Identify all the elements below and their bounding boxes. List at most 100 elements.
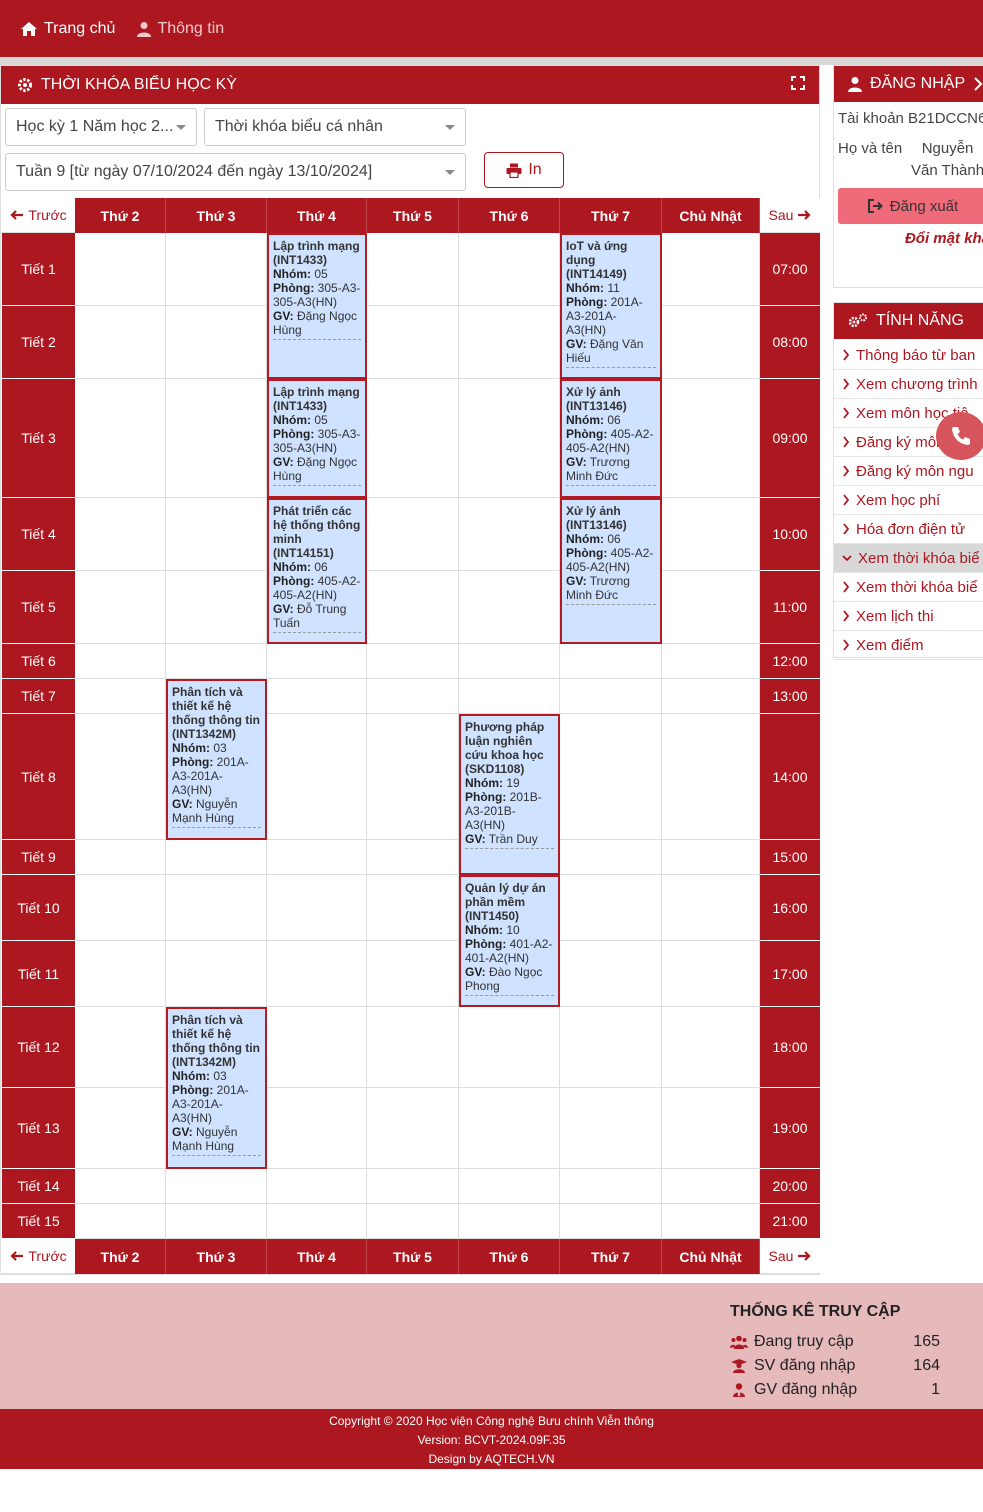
course-group: Nhóm: 06 xyxy=(566,413,656,427)
grid-cell xyxy=(367,379,459,498)
chevron-right-icon xyxy=(843,523,850,535)
period-label: Tiết 5 xyxy=(2,571,75,644)
print-button[interactable]: In xyxy=(484,152,564,188)
period-label: Tiết 15 xyxy=(2,1204,75,1239)
menu-item[interactable]: Thông báo từ ban xyxy=(834,341,983,370)
grid-cell xyxy=(166,1204,267,1239)
group-value: 03 xyxy=(213,1069,227,1083)
grid-cell xyxy=(367,644,459,679)
course-block[interactable]: Phân tích và thiết kế hệ thống thông tin… xyxy=(166,679,267,840)
course-room: Phòng: 201B-A3-201B-A3(HN) xyxy=(465,790,554,832)
next-week-button[interactable]: Sau xyxy=(760,1239,820,1274)
prev-week-button[interactable]: Trước xyxy=(2,1239,75,1274)
course-room: Phòng: 201A-A3-201A-A3(HN) xyxy=(172,1083,261,1125)
period-time: 09:00 xyxy=(760,379,820,498)
menu-item[interactable]: Hóa đơn điện tử xyxy=(834,515,983,544)
grid-cell xyxy=(166,306,267,379)
grid-cell xyxy=(662,233,760,306)
course-block[interactable]: Lập trình mạng (INT1433) Nhóm: 05 Phòng: 3… xyxy=(267,379,367,498)
grid-cell xyxy=(166,875,267,941)
phone-call-button[interactable] xyxy=(936,412,983,460)
group-label: Nhóm: xyxy=(172,1069,210,1083)
room-label: Phòng: xyxy=(566,295,608,309)
period-time: 11:00 xyxy=(760,571,820,644)
course-block[interactable]: Phương pháp luận nghiên cứu khoa học (SK… xyxy=(459,714,560,875)
menu-item[interactable]: Xem học phí xyxy=(834,486,983,515)
grid-cell xyxy=(267,840,367,875)
group-label: Nhóm: xyxy=(566,413,604,427)
course-block[interactable]: Quản lý dự án phần mềm (INT1450) Nhóm: 10… xyxy=(459,875,560,1007)
course-teacher: GV: Đặng Văn Hiếu xyxy=(566,337,656,365)
period-label: Tiết 7 xyxy=(2,679,75,714)
phone-icon xyxy=(952,427,970,445)
login-box-header: ĐĂNG NHẬP xyxy=(834,66,983,102)
stat-teachers: GV đăng nhập 1 xyxy=(730,1379,940,1401)
users-icon xyxy=(730,1335,748,1349)
divider xyxy=(172,827,261,828)
week-select[interactable]: Tuần 9 [từ ngày 07/10/2024 đến ngày 13/1… xyxy=(5,153,466,191)
grid-cell xyxy=(459,1204,560,1239)
change-password-link[interactable]: Đổi mật khẩ xyxy=(834,230,983,247)
nav-home[interactable]: Trang chủ xyxy=(20,20,115,38)
semester-select[interactable]: Học kỳ 1 Năm học 2... xyxy=(5,108,197,146)
chevron-down-icon xyxy=(445,170,455,175)
period-time: 18:00 xyxy=(760,1007,820,1088)
features-title: TÍNH NĂNG xyxy=(876,312,964,329)
teacher-label: GV: xyxy=(172,797,193,811)
grid-cell xyxy=(75,875,166,941)
course-teacher: GV: Nguyễn Mạnh Hùng xyxy=(172,1125,261,1153)
course-block[interactable]: IoT và ứng dụng (INT14149) Nhóm: 11 Phòng:… xyxy=(560,233,662,379)
grid-cell xyxy=(166,233,267,306)
chevron-right-icon[interactable] xyxy=(973,77,983,91)
course-block[interactable]: Lập trình mạng (INT1433) Nhóm: 05 Phòng: 3… xyxy=(267,233,367,379)
course-block[interactable]: Xử lý ảnh (INT13146) Nhóm: 06 Phòng: 405-A… xyxy=(560,379,662,498)
course-group: Nhóm: 05 xyxy=(273,267,361,281)
group-label: Nhóm: xyxy=(566,281,604,295)
grid-cell xyxy=(267,644,367,679)
grid-cell xyxy=(367,1088,459,1169)
grid-cell xyxy=(75,941,166,1007)
prev-week-button[interactable]: Trước xyxy=(2,198,75,233)
home-icon xyxy=(21,21,37,36)
menu-item[interactable]: Đăng ký môn ngu xyxy=(834,457,983,486)
menu-item[interactable]: Xem thời khóa biể xyxy=(834,573,983,602)
menu-item-label: Xem điểm xyxy=(856,636,924,654)
grid-cell xyxy=(75,571,166,644)
grid-cell xyxy=(560,1088,662,1169)
menu-item[interactable]: Xem chương trình xyxy=(834,370,983,399)
course-teacher: GV: Đào Ngọc Phong xyxy=(465,965,554,993)
logout-button[interactable]: Đăng xuất xyxy=(838,188,983,224)
grid-cell xyxy=(662,571,760,644)
course-teacher: GV: Đặng Ngọc Hùng xyxy=(273,455,361,483)
menu-item[interactable]: Xem thời khóa biể xyxy=(834,544,983,573)
course-block[interactable]: Phân tích và thiết kế hệ thống thông tin… xyxy=(166,1007,267,1169)
grid-cell xyxy=(267,714,367,840)
day-header: Chủ Nhật xyxy=(662,198,760,233)
grid-cell xyxy=(75,714,166,840)
grid-cell xyxy=(459,1007,560,1088)
divider xyxy=(273,485,361,486)
menu-item[interactable]: Xem điểm xyxy=(834,631,983,660)
print-label: In xyxy=(528,161,542,178)
grid-cell xyxy=(367,840,459,875)
course-title: Xử lý ảnh (INT13146) xyxy=(566,504,627,532)
menu-item[interactable]: Xem lịch thi xyxy=(834,602,983,631)
stat-students: SV đăng nhập 164 xyxy=(730,1355,940,1377)
group-value: 11 xyxy=(607,281,620,295)
nav-info[interactable]: Thông tin xyxy=(137,20,224,38)
stats-title: THỐNG KÊ TRUY CẬP xyxy=(730,1303,901,1320)
group-value: 06 xyxy=(314,560,328,574)
fullscreen-icon[interactable] xyxy=(791,76,805,90)
course-teacher: GV: Trần Duy xyxy=(465,832,554,846)
week-value: Tuần 9 [từ ngày 07/10/2024 đến ngày 13/1… xyxy=(16,163,373,180)
course-block[interactable]: Phát triển các hệ thống thông minh (INT1… xyxy=(267,498,367,644)
stat-online: Đang truy cập 165 xyxy=(730,1331,940,1353)
stat-students-value: 164 xyxy=(913,1357,940,1374)
course-block[interactable]: Xử lý ảnh (INT13146) Nhóm: 06 Phòng: 405-A… xyxy=(560,498,662,644)
grid-cell xyxy=(75,679,166,714)
next-week-button[interactable]: Sau xyxy=(760,198,820,233)
menu-item-label: Xem học phí xyxy=(856,491,941,509)
grid-cell xyxy=(662,306,760,379)
schedule-type-select[interactable]: Thời khóa biểu cá nhân xyxy=(204,108,466,146)
day-header: Thứ 2 xyxy=(75,1239,166,1274)
